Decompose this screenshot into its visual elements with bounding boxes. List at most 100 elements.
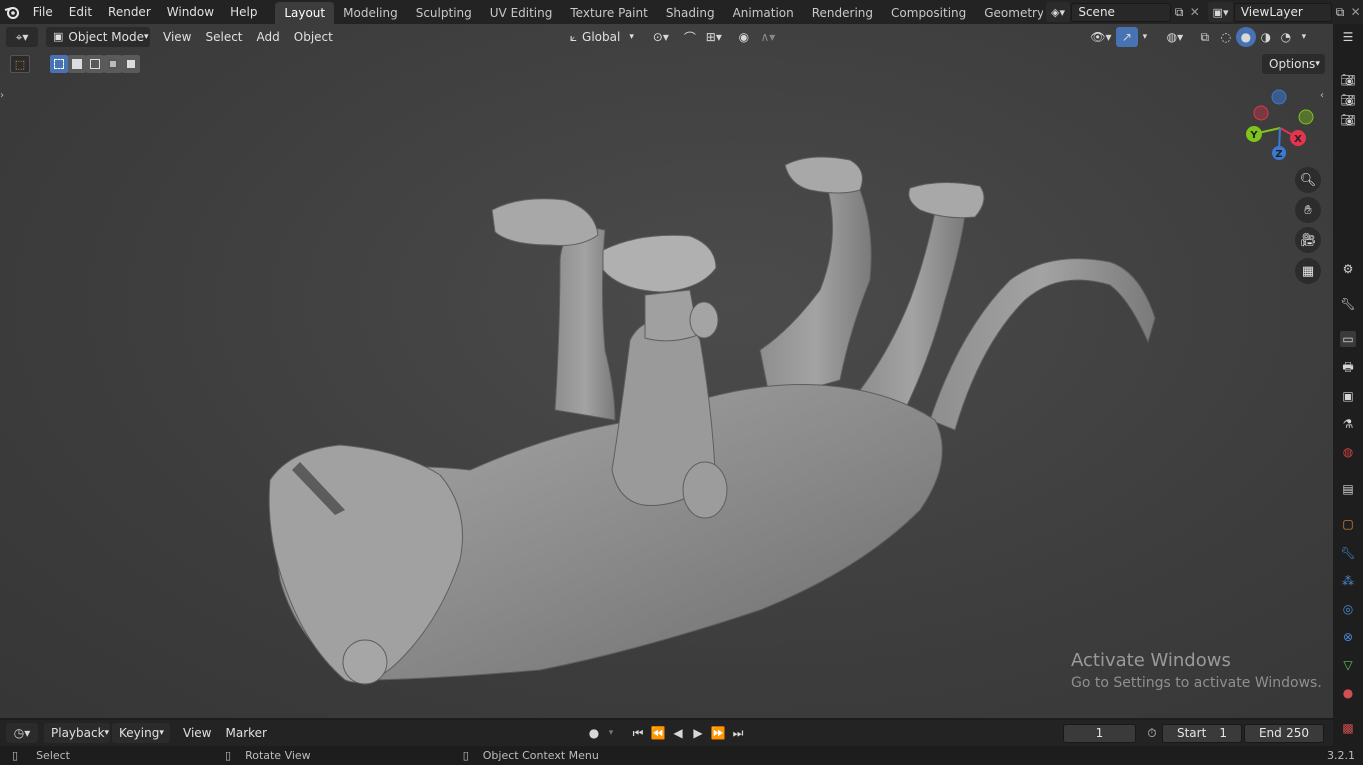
timeline-marker-menu[interactable]: Marker: [218, 723, 273, 743]
next-keyframe-icon[interactable]: ⏩: [708, 723, 728, 743]
scene-new-icon[interactable]: ⧉: [1171, 2, 1187, 22]
blender-logo-icon[interactable]: [0, 0, 25, 24]
tab-texture-paint[interactable]: Texture Paint: [561, 2, 656, 24]
physics-properties-icon[interactable]: ◎: [1340, 601, 1356, 617]
tab-rendering[interactable]: Rendering: [803, 2, 882, 24]
select-tool-icon[interactable]: ⬚: [10, 55, 30, 73]
visibility-icon[interactable]: 👁︎▾: [1086, 27, 1116, 47]
tab-animation[interactable]: Animation: [724, 2, 803, 24]
pan-hand-icon[interactable]: ✋︎: [1295, 197, 1321, 223]
jump-start-icon[interactable]: ⏮: [628, 723, 648, 743]
xray-icon[interactable]: ⧉: [1194, 27, 1216, 47]
object-properties-icon[interactable]: ▢: [1340, 516, 1356, 532]
end-frame-field[interactable]: End 250: [1243, 723, 1324, 743]
proportional-edit-icon[interactable]: ◉: [733, 27, 755, 47]
tool-properties-icon[interactable]: 🔧︎: [1340, 296, 1356, 312]
camera-view-icon[interactable]: 🎥︎: [1295, 227, 1321, 253]
toolbar-toggle-icon[interactable]: ›: [0, 90, 4, 101]
pivot-point-icon[interactable]: ⊙▾: [647, 27, 675, 47]
menu-select[interactable]: Select: [198, 27, 249, 47]
record-options-icon[interactable]: ▾: [604, 723, 618, 743]
preview-range-clock-icon[interactable]: ⏱: [1142, 723, 1162, 743]
play-reverse-icon[interactable]: ◀: [668, 723, 688, 743]
shading-options-icon[interactable]: ▾: [1296, 27, 1312, 47]
render-camera-icon[interactable]: 📷︎: [1340, 72, 1356, 88]
particles-properties-icon[interactable]: ⁂: [1340, 573, 1356, 589]
gizmo-toggle-icon[interactable]: ↗: [1115, 27, 1138, 47]
transform-orientation-dropdown[interactable]: ⟀ Global ▾: [563, 27, 641, 47]
tab-compositing[interactable]: Compositing: [882, 2, 975, 24]
menu-help[interactable]: Help: [222, 0, 265, 24]
3d-viewport[interactable]: X Y Z 🔍︎ ✋︎ 🎥︎ ▦ ‹ › Activate Windows Go…: [0, 24, 1333, 718]
timeline-view-menu[interactable]: View: [176, 723, 218, 743]
menu-add[interactable]: Add: [250, 27, 287, 47]
texture-properties-icon[interactable]: ▩: [1340, 720, 1356, 736]
modifier-properties-icon[interactable]: 🔧︎: [1340, 545, 1356, 561]
material-properties-icon[interactable]: ●: [1340, 685, 1356, 701]
render-camera-icon[interactable]: 📷︎: [1340, 92, 1356, 108]
mode-dropdown[interactable]: ▣ Object Mode ▾: [46, 27, 150, 47]
tab-geometry-nodes[interactable]: Geometry Noc: [975, 2, 1042, 24]
shading-solid-icon[interactable]: ●: [1235, 27, 1256, 47]
collection-properties-icon[interactable]: ▤: [1340, 481, 1356, 497]
snap-icon[interactable]: ⌒: [679, 27, 701, 47]
output-properties-icon[interactable]: 🖶︎: [1340, 360, 1356, 376]
tab-sculpting[interactable]: Sculpting: [407, 2, 481, 24]
play-icon[interactable]: ▶: [688, 723, 708, 743]
keying-menu[interactable]: Keying ▾: [112, 723, 170, 743]
select-mode-difference-icon[interactable]: [104, 55, 122, 73]
view-layer-name-field[interactable]: ViewLayer: [1233, 2, 1332, 22]
editor-type-icon[interactable]: ⌖▾: [6, 27, 38, 47]
render-properties-icon[interactable]: ▭: [1340, 331, 1356, 347]
data-properties-icon[interactable]: ▽: [1340, 657, 1356, 673]
current-frame-field[interactable]: 1: [1062, 723, 1136, 743]
view-layer-close-icon[interactable]: ✕: [1348, 2, 1363, 22]
constraints-properties-icon[interactable]: ⊗: [1340, 629, 1356, 645]
tab-layout[interactable]: Layout: [275, 2, 335, 24]
sidebar-toggle-icon[interactable]: ‹: [1320, 90, 1324, 101]
snap-target-icon[interactable]: ⊞▾: [701, 27, 727, 47]
tab-uv-editing[interactable]: UV Editing: [481, 2, 562, 24]
editor-menu-icon[interactable]: ☰: [1340, 29, 1356, 45]
perspective-grid-icon[interactable]: ▦: [1295, 258, 1321, 284]
menu-view[interactable]: View: [156, 27, 198, 47]
view-layer-new-icon[interactable]: ⧉: [1332, 2, 1348, 22]
view-layer-icon[interactable]: ▣▾: [1208, 2, 1233, 22]
scene-properties-icon[interactable]: ⚗: [1340, 416, 1356, 432]
timeline-editor-type-icon[interactable]: ◷▾: [6, 723, 38, 743]
render-camera-icon[interactable]: 📷︎: [1340, 112, 1356, 128]
scene-type-icon[interactable]: ◈▾: [1045, 2, 1071, 22]
shading-material-icon[interactable]: ◑: [1256, 27, 1276, 47]
properties-editor-icon[interactable]: ⚙: [1340, 261, 1356, 277]
scene-name-field[interactable]: Scene: [1071, 2, 1171, 22]
gizmo-dropdown-icon[interactable]: ▾: [1138, 27, 1152, 47]
navigation-gizmo[interactable]: X Y Z: [1240, 88, 1320, 168]
gizmo-x-label: X: [1294, 134, 1302, 145]
shading-rendered-icon[interactable]: ◔: [1276, 27, 1296, 47]
record-icon[interactable]: ●: [584, 723, 604, 743]
prev-keyframe-icon[interactable]: ⏪: [648, 723, 668, 743]
shading-wireframe-icon[interactable]: ◌: [1216, 27, 1236, 47]
start-frame-field[interactable]: Start 1: [1161, 723, 1242, 743]
menu-window[interactable]: Window: [159, 0, 222, 24]
jump-end-icon[interactable]: ⏭: [728, 723, 748, 743]
playback-menu[interactable]: Playback ▾: [44, 723, 110, 743]
falloff-icon[interactable]: ∧▾: [755, 27, 781, 47]
select-mode-extend-icon[interactable]: [68, 55, 86, 73]
zoom-icon[interactable]: 🔍︎: [1295, 167, 1321, 193]
menu-render[interactable]: Render: [100, 0, 159, 24]
world-properties-icon[interactable]: ◍: [1340, 444, 1356, 460]
menu-edit[interactable]: Edit: [61, 0, 100, 24]
overlays-icon[interactable]: ◍▾: [1160, 27, 1190, 47]
menu-file[interactable]: File: [25, 0, 61, 24]
tool-row: ⬚: [10, 55, 140, 73]
tab-modeling[interactable]: Modeling: [334, 2, 407, 24]
select-mode-new-icon[interactable]: [50, 55, 68, 73]
menu-object[interactable]: Object: [287, 27, 340, 47]
scene-close-icon[interactable]: ✕: [1187, 2, 1202, 22]
options-dropdown[interactable]: Options ▾: [1262, 54, 1325, 74]
view-layer-properties-icon[interactable]: ▣: [1340, 388, 1356, 404]
select-mode-subtract-icon[interactable]: [86, 55, 104, 73]
tab-shading[interactable]: Shading: [657, 2, 724, 24]
select-mode-intersect-icon[interactable]: [122, 55, 140, 73]
